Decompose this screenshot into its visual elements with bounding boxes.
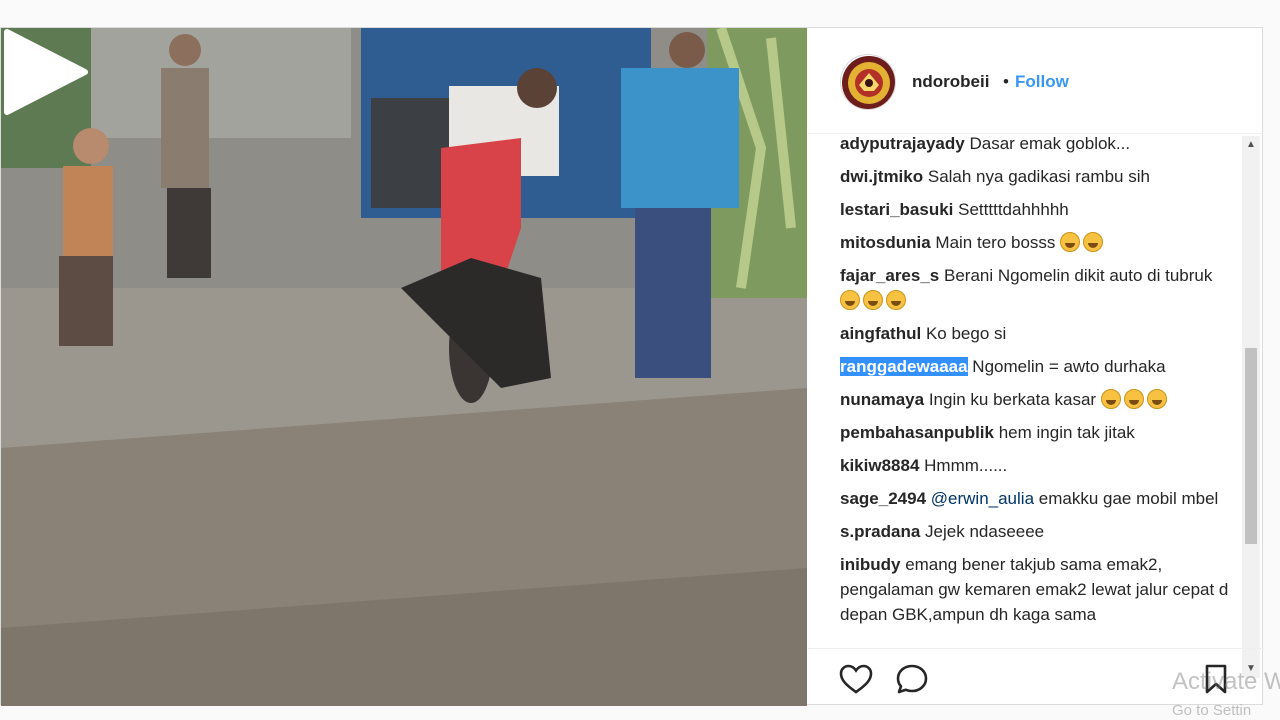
comment-username-selected[interactable]: ranggadewaaaa (840, 357, 968, 376)
comment-item: nunamaya Ingin ku berkata kasar (840, 387, 1240, 412)
comment-item: pembahasanpublik hem ingin tak jitak (840, 420, 1240, 445)
avatar-logo-icon (842, 56, 895, 109)
comment-username[interactable]: sage_2494 (840, 489, 926, 508)
comment-username[interactable]: fajar_ares_s (840, 266, 939, 285)
scrollbar-thumb[interactable] (1245, 348, 1257, 544)
comment-item: s.pradana Jejek ndaseeee (840, 519, 1240, 544)
comment-text: Ingin ku berkata kasar (928, 390, 1097, 409)
comment-username[interactable]: mitosdunia (840, 233, 931, 252)
comment-text: Main tero bosss (935, 233, 1056, 252)
comment-text: Hmmm...... (924, 456, 1008, 475)
grimace-emoji-icon (1146, 389, 1167, 409)
comments-list[interactable]: adyputrajayady Dasar emak goblok... dwi.… (840, 128, 1240, 644)
comment-item: sage_2494 @erwin_aulia emakku gae mobil … (840, 486, 1240, 511)
comment-item: aingfathul Ko bego si (840, 321, 1240, 346)
video-player[interactable] (1, 28, 807, 706)
windows-activation-settings: Go to Settin (1172, 702, 1252, 719)
scroll-up-icon[interactable]: ▲ (1242, 136, 1260, 154)
comment-username[interactable]: s.pradana (840, 522, 920, 541)
comment-item: lestari_basuki Setttttdahhhhh (840, 197, 1240, 222)
comment-text: Berani Ngomelin dikit auto di tubruk (944, 266, 1213, 285)
comment-text: Salah nya gadikasi rambu sih (927, 167, 1150, 186)
comment-username[interactable]: adyputrajayady (840, 134, 965, 153)
comment-text: Jejek ndaseeee (925, 522, 1045, 541)
grin-emoji-icon (886, 290, 906, 310)
comment-text: Setttttdahhhhh (958, 200, 1069, 219)
heart-icon[interactable] (838, 663, 874, 695)
comment-item: kikiw8884 Hmmm...... (840, 453, 1240, 478)
grin-emoji-icon (1083, 232, 1104, 252)
instagram-post: ndorobeii • Follow adyputrajayady Dasar … (0, 27, 1264, 706)
play-icon[interactable] (1, 28, 89, 116)
comment-item: mitosdunia Main tero bosss (840, 230, 1240, 255)
comment-username[interactable]: aingfathul (840, 324, 921, 343)
comment-text: Ko bego si (925, 324, 1007, 343)
separator-dot: • (1003, 72, 1009, 91)
post-header: ndorobeii • Follow (808, 28, 1264, 134)
avatar[interactable] (840, 54, 896, 110)
grin-emoji-icon (1060, 232, 1081, 252)
comment-username[interactable]: dwi.jtmiko (840, 167, 923, 186)
post-username[interactable]: ndorobeii (912, 72, 989, 92)
post-sidebar: ndorobeii • Follow adyputrajayady Dasar … (808, 28, 1264, 706)
follow-button[interactable]: Follow (1015, 72, 1069, 92)
comment-item: inibudy emang bener takjub sama emak2, p… (840, 552, 1240, 627)
comments-scrollbar[interactable]: ▲ ▼ (1242, 136, 1260, 678)
comment-username[interactable]: lestari_basuki (840, 200, 953, 219)
comment-text: emakku gae mobil mbel (1038, 489, 1219, 508)
comment-username[interactable]: nunamaya (840, 390, 924, 409)
comment-item: adyputrajayady Dasar emak goblok... (840, 131, 1240, 156)
comment-item: dwi.jtmiko Salah nya gadikasi rambu sih (840, 164, 1240, 189)
comment-text: Dasar emak goblok... (969, 134, 1131, 153)
comment-item: ranggadewaaaa Ngomelin = awto durhaka (840, 354, 1240, 379)
grin-emoji-icon (840, 290, 860, 310)
comment-mention[interactable]: @erwin_aulia (931, 489, 1034, 508)
comment-item: fajar_ares_s Berani Ngomelin dikit auto … (840, 263, 1240, 313)
comment-icon[interactable] (894, 663, 930, 695)
comment-username[interactable]: inibudy (840, 555, 900, 574)
comment-text: hem ingin tak jitak (998, 423, 1135, 442)
grimace-emoji-icon (1100, 389, 1121, 409)
comment-username[interactable]: pembahasanpublik (840, 423, 994, 442)
comment-username[interactable]: kikiw8884 (840, 456, 919, 475)
comment-text: Ngomelin = awto durhaka (972, 357, 1166, 376)
page-bottom-strip (0, 706, 1280, 720)
windows-activation-watermark: Activate W (1172, 668, 1280, 695)
video-frame (1, 28, 807, 706)
grimace-emoji-icon (1123, 389, 1144, 409)
grin-emoji-icon (863, 290, 883, 310)
